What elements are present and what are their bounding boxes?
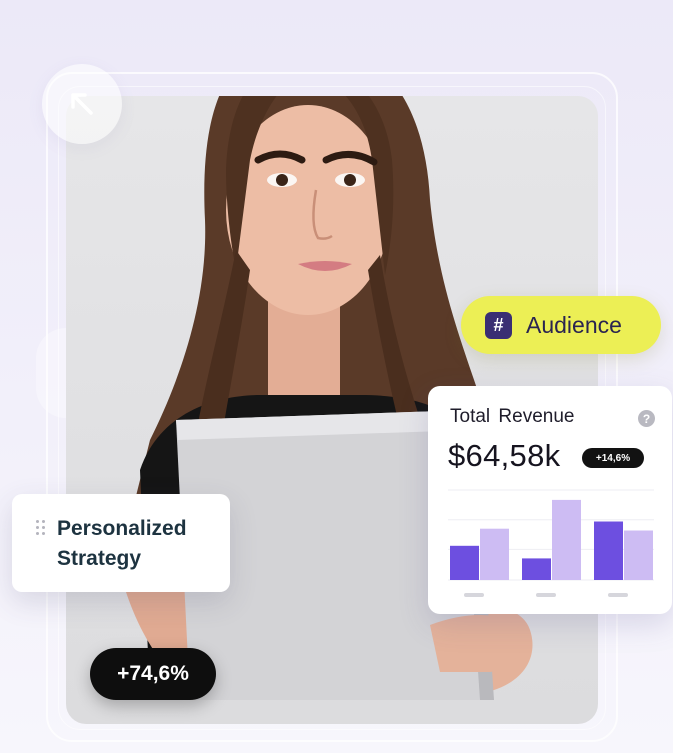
chart-tick-placeholder	[464, 593, 484, 597]
audience-tag[interactable]: # Audience	[461, 296, 661, 354]
audience-label: Audience	[526, 311, 622, 338]
chart-bar	[480, 528, 509, 580]
chart-bar	[450, 545, 479, 580]
revenue-card: Total Revenue ? $64,58k +14,6%	[428, 386, 672, 614]
strategy-label: Personalized Strategy	[57, 517, 187, 570]
chart-tick-placeholder	[536, 593, 556, 597]
drag-handle-icon[interactable]	[36, 520, 46, 536]
arrow-up-left-button[interactable]	[42, 64, 122, 144]
hashtag-icon: #	[485, 311, 512, 339]
chart-bar	[624, 530, 653, 580]
arrow-up-left-icon	[71, 93, 93, 115]
revenue-bar-chart	[448, 489, 654, 597]
chart-bar	[552, 499, 581, 580]
strategy-card[interactable]: Personalized Strategy	[12, 494, 230, 592]
chart-tick-placeholder	[608, 593, 628, 597]
chart-bar	[594, 521, 623, 580]
growth-badge: +74,6%	[90, 648, 216, 700]
chart-bar	[522, 558, 551, 580]
